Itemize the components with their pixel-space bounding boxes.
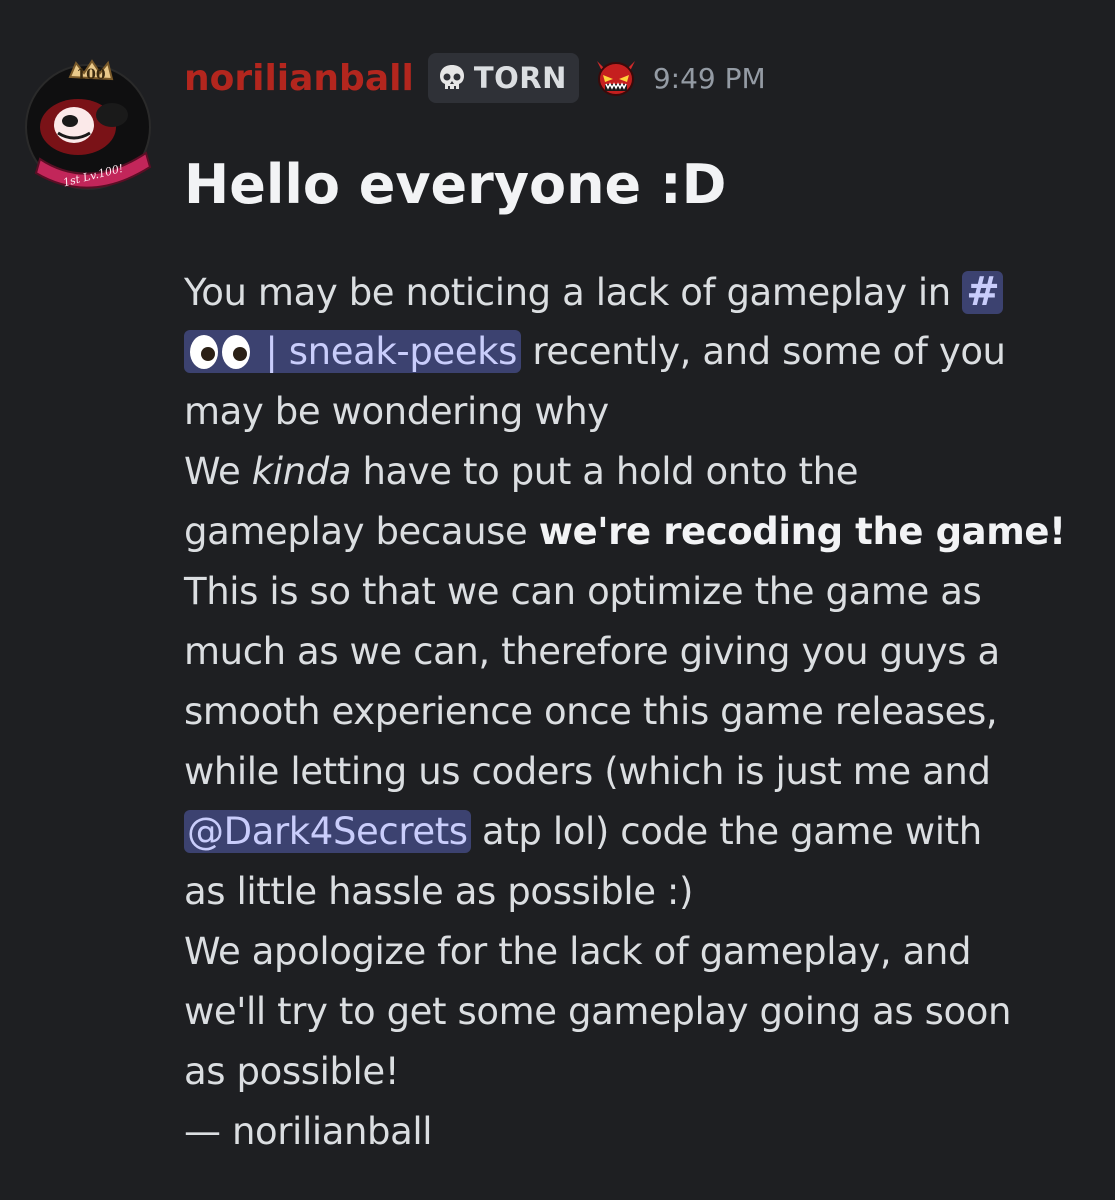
- content-line: @Dark4Secrets atp lol) code the game wit…: [184, 802, 1084, 862]
- user-mention[interactable]: @Dark4Secrets: [184, 810, 471, 853]
- text-segment: gameplay because: [184, 510, 539, 553]
- user-avatar[interactable]: 100 1st Lv.100!: [18, 55, 158, 195]
- text-segment: recently, and some of you: [521, 330, 1006, 373]
- author-username[interactable]: norilianball: [184, 58, 414, 99]
- content-line: — norilianball: [184, 1110, 433, 1153]
- text-segment: atp lol) code the game with: [470, 810, 982, 853]
- message-heading: Hello everyone :D: [184, 153, 727, 216]
- content-line: as little hassle as possible :): [184, 870, 694, 913]
- content-line: This is so that we can optimize the game…: [184, 570, 982, 613]
- guild-tag-label: TORN: [473, 61, 567, 95]
- demon-role-icon[interactable]: [593, 55, 639, 101]
- content-line: We kinda have to put a hold onto the: [184, 442, 1084, 502]
- skull-icon: [439, 65, 464, 89]
- content-line: | sneak-peeks recently, and some of you: [184, 322, 1084, 382]
- text-segment: have to put a hold onto the: [351, 450, 859, 493]
- channel-hash-icon: #: [966, 269, 1000, 315]
- content-line: while letting us coders (which is just m…: [184, 750, 991, 793]
- chat-message: 100 1st Lv.100! norilianball TORN 9:49 P…: [0, 0, 1115, 1200]
- guild-tag[interactable]: TORN: [427, 53, 579, 103]
- channel-mention[interactable]: #: [962, 269, 1004, 315]
- bold-text: we're recoding the game!: [538, 510, 1066, 553]
- content-line: You may be noticing a lack of gameplay i…: [184, 262, 1084, 322]
- message-header: norilianball TORN 9:49 PM: [184, 52, 766, 104]
- channel-mention[interactable]: | sneak-peeks: [184, 330, 522, 373]
- content-line: smooth experience once this game release…: [184, 690, 998, 733]
- content-line: We apologize for the lack of gameplay, a…: [184, 930, 972, 973]
- content-line: much as we can, therefore giving you guy…: [184, 630, 1000, 673]
- message-content: You may be noticing a lack of gameplay i…: [184, 262, 1084, 1162]
- message-timestamp[interactable]: 9:49 PM: [653, 62, 766, 95]
- content-line: as possible!: [184, 1050, 400, 1093]
- italic-text: kinda: [251, 450, 352, 493]
- channel-mention-name: | sneak-peeks: [265, 330, 518, 373]
- avatar-badge-text: 100: [76, 67, 105, 83]
- text-segment: You may be noticing a lack of gameplay i…: [184, 271, 963, 314]
- content-line: may be wondering why: [184, 390, 609, 433]
- text-segment: We: [184, 450, 252, 493]
- content-line: we'll try to get some gameplay going as …: [184, 990, 1012, 1033]
- content-line: gameplay because we're recoding the game…: [184, 502, 1084, 562]
- eyes-icon: [190, 335, 250, 369]
